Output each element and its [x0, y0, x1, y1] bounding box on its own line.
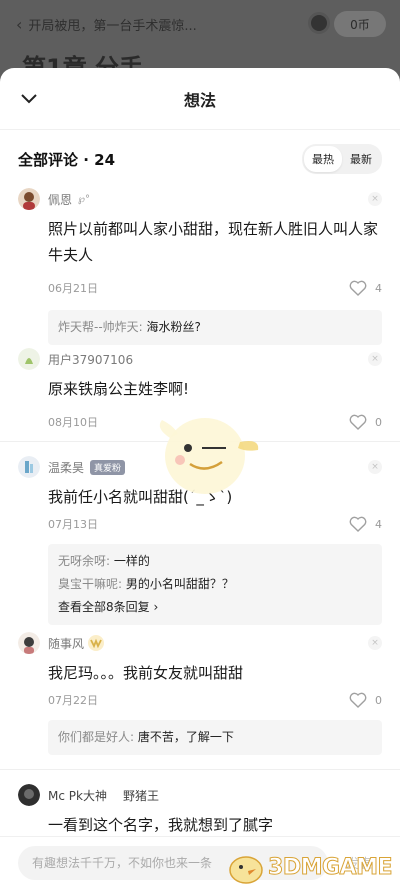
comment-extra-name: 野猪王 — [122, 788, 159, 803]
comments-bar: 全部评论 · 24 最热 最新 — [0, 130, 400, 188]
comment-item: 随事风 × 我尼玛。。。我前女友就叫甜甜 07月22日 0 你们都是好人: 唐不… — [0, 620, 400, 770]
reply-text: 唐不苦，了解一下 — [137, 730, 234, 744]
comment-text: 照片以前都叫人家小甜甜，现在新人胜旧人叫人家 牛夫人 — [48, 216, 382, 268]
chevron-down-icon[interactable] — [16, 86, 42, 112]
sheet-title: 想法 — [183, 90, 216, 110]
reply-box[interactable]: 你们都是好人: 唐不苦，了解一下 — [48, 720, 382, 755]
like-count: 0 — [375, 415, 382, 429]
comment-text: 我尼玛。。。我前女友就叫甜甜 — [48, 664, 244, 682]
like-count: 0 — [375, 693, 382, 707]
watermark-logo: 3DMGAME — [224, 850, 393, 884]
comment-meta: 07月22日 0 — [48, 686, 382, 714]
comment-date: 08月10日 — [48, 416, 98, 429]
avatar[interactable] — [18, 784, 40, 806]
more-icon[interactable]: × — [368, 636, 382, 650]
comment-text: 一看到这个名字，我就想到了腻字 — [48, 816, 274, 834]
comment-text-line: 照片以前都叫人家小甜甜，现在新人胜旧人叫人家 — [48, 220, 379, 238]
like-button[interactable]: 0 — [349, 692, 382, 708]
sort-new-button[interactable]: 最新 — [342, 146, 380, 172]
like-count: 4 — [375, 517, 382, 531]
more-icon[interactable]: × — [368, 352, 382, 366]
avatar[interactable] — [18, 348, 40, 370]
like-button[interactable]: 0 — [349, 414, 382, 430]
avatar[interactable] — [18, 188, 40, 210]
status-icon: ℘° — [78, 193, 90, 205]
view-all-replies-link[interactable]: 查看全部8条回复 › — [58, 596, 372, 619]
comment-username[interactable]: 佩恩 — [48, 191, 72, 208]
vip-crown-icon — [88, 635, 105, 651]
reply-text: 男的小名叫甜甜？？ — [125, 577, 234, 591]
avatar[interactable] — [18, 632, 40, 654]
comment-item: 佩恩 ℘° × 照片以前都叫人家小甜甜，现在新人胜旧人叫人家 牛夫人 06月21… — [0, 188, 400, 348]
reply-username[interactable]: 无呀余呀 — [58, 554, 106, 568]
back-icon[interactable]: ‹ — [16, 15, 22, 34]
comment-username[interactable]: Mc Pk大神 — [48, 787, 107, 804]
like-count: 4 — [375, 281, 382, 295]
mascot-sticker-icon — [159, 418, 259, 494]
reply-item: 炸天帮--帅炸天: 海水粉丝? — [58, 320, 201, 334]
sheet-header: 想法 — [0, 68, 400, 130]
comment-date: 07月22日 — [48, 694, 98, 707]
reply-item: 臭宝干嘛呢: 男的小名叫甜甜？？ — [58, 577, 234, 591]
heart-icon — [349, 414, 367, 430]
avatar[interactable] — [18, 456, 40, 478]
comment-date: 07月13日 — [48, 518, 98, 531]
more-icon[interactable]: × — [368, 192, 382, 206]
reply-box[interactable]: 炸天帮--帅炸天: 海水粉丝? — [48, 310, 382, 345]
comment-username[interactable]: 用户37907106 — [48, 351, 133, 368]
reply-username[interactable]: 臭宝干嘛呢 — [58, 577, 118, 591]
comment-username[interactable]: 随事风 — [48, 635, 84, 652]
reply-box[interactable]: 无呀余呀: 一样的 臭宝干嘛呢: 男的小名叫甜甜？？ 查看全部8条回复 › — [48, 544, 382, 625]
heart-icon — [349, 516, 367, 532]
fan-badge: 真爱粉 — [90, 459, 126, 475]
comment-meta: 06月21日 4 — [48, 274, 382, 302]
like-button[interactable]: 4 — [349, 516, 382, 532]
sort-toggle: 最热 最新 — [302, 144, 382, 174]
book-title: 开局被甩，第一台手术震惊... — [28, 18, 197, 34]
comment-text-line: 牛夫人 — [48, 246, 94, 264]
reply-text: 一样的 — [113, 554, 150, 568]
watermark-chick-icon — [229, 856, 263, 884]
like-button[interactable]: 4 — [349, 280, 382, 296]
reply-text: 海水粉丝? — [146, 320, 201, 334]
reply-item: 你们都是好人: 唐不苦，了解一下 — [58, 730, 234, 744]
reply-username[interactable]: 炸天帮--帅炸天 — [58, 320, 139, 334]
sort-hot-button[interactable]: 最热 — [304, 146, 342, 172]
heart-icon — [349, 280, 367, 296]
more-icon[interactable]: × — [368, 460, 382, 474]
comment-date: 06月21日 — [48, 282, 98, 295]
coin-balance[interactable]: 0币 — [334, 11, 386, 37]
comment-meta: 07月13日 4 — [48, 510, 382, 538]
reply-item: 无呀余呀: 一样的 — [58, 554, 150, 568]
reading-progress-icon[interactable] — [308, 12, 330, 34]
comments-count-title: 全部评论 · 24 — [18, 150, 116, 169]
comments-sheet: 想法 全部评论 · 24 最热 最新 佩恩 ℘° × 照片以前都叫人家小甜甜，现… — [0, 68, 400, 888]
comment-username[interactable]: 温柔昊 — [48, 459, 84, 476]
watermark-text: 3DMGAME — [268, 854, 393, 880]
heart-icon — [349, 692, 367, 708]
reply-username[interactable]: 你们都是好人 — [58, 730, 130, 744]
